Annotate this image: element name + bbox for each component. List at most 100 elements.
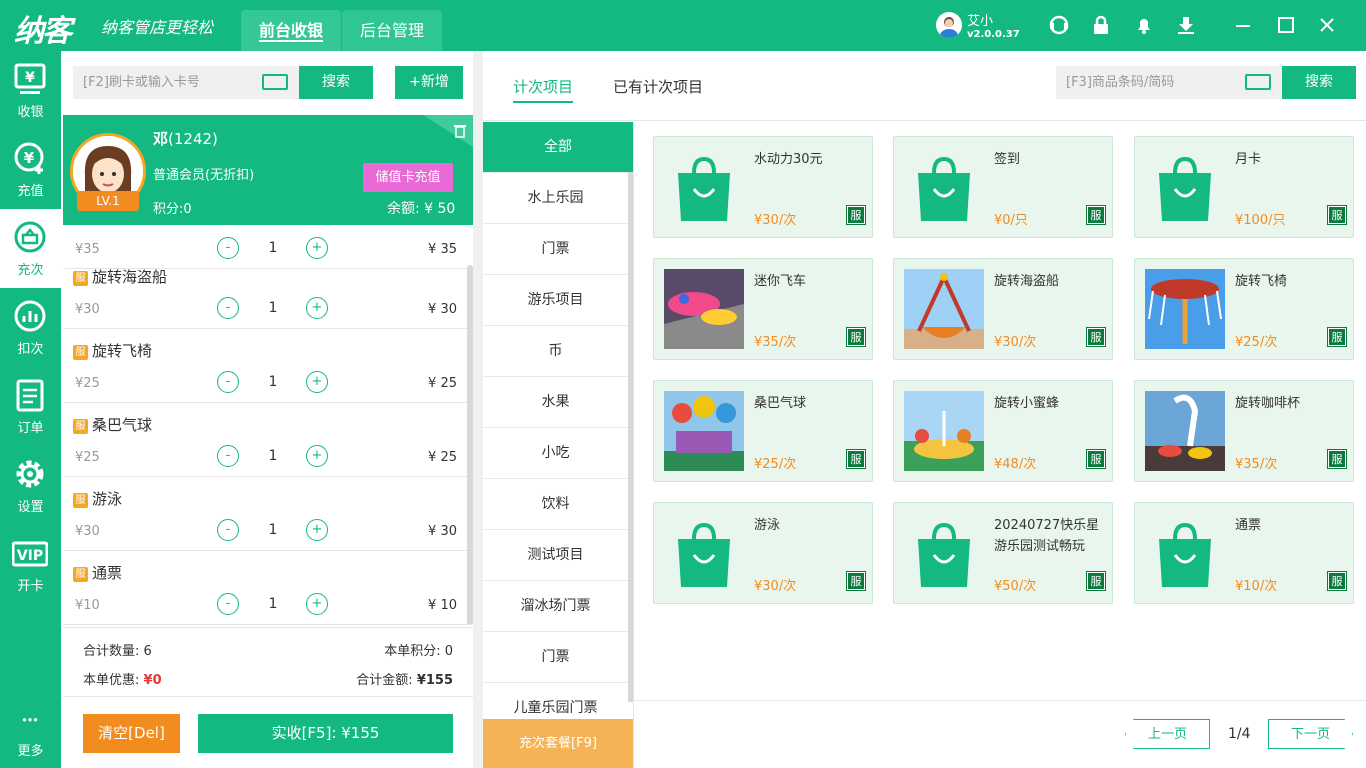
product-card[interactable]: 水动力30元 ¥30/次 服 [653,136,873,238]
category-item[interactable]: 门票 [483,224,628,275]
product-price: ¥100/只 [1235,213,1286,228]
member-name: 邓(1242) [153,130,218,148]
order-list[interactable]: ¥35-1 + ¥ 35 服旋转海盗船 ¥30-1 + ¥ 30 服旋转飞椅 ¥25-1 + ¥ 2… [63,225,467,625]
order-row[interactable]: 服游泳 ¥30 - 1 + ¥ 30 [63,477,467,551]
category-list[interactable]: 全部 水上乐园 门票 游乐项目币水果 小吃 饮料 测试项目 溜冰场门票 门票 儿童乐园门票 [483,122,633,768]
service-tag: 服 [73,271,88,286]
category-item[interactable]: 全部 [483,122,633,173]
product-card[interactable]: 月卡 ¥100/只 服 [1134,136,1354,238]
keyboard-icon[interactable] [262,74,288,90]
product-card[interactable]: 旋转飞椅 ¥25/次 服 [1134,258,1354,360]
nav-more[interactable]: 更多 [0,704,61,768]
vip-card-icon: VIP [12,541,48,567]
category-item[interactable]: 饮料 [483,479,628,530]
order-item-qty[interactable]: 1 [263,240,283,256]
decrease-qty-button[interactable]: - [217,445,239,467]
order-row[interactable]: 服旋转海盗船 ¥30 - 1 + ¥ 30 [63,255,467,329]
product-card[interactable]: 桑巴气球 ¥25/次 服 [653,380,873,482]
product-price: ¥35/次 [754,335,797,350]
product-card[interactable]: 旋转咖啡杯 ¥35/次 服 [1134,380,1354,482]
member-balance: 余额: ¥ 50 [387,201,456,217]
stored-value-recharge-button[interactable]: 储值卡充值 [363,163,453,192]
shopping-bag-icon [904,147,984,227]
keyboard-icon[interactable] [1245,74,1271,90]
lock-icon[interactable] [1090,14,1112,36]
tab-backend-admin[interactable]: 后台管理 [342,10,442,51]
order-row[interactable]: 服旋转飞椅 ¥25 - 1 + ¥ 25 [63,329,467,403]
order-item-qty[interactable]: 1 [263,374,283,390]
nav-label: 充值 [17,184,44,199]
order-item-qty[interactable]: 1 [263,448,283,464]
close-icon[interactable] [1316,14,1338,36]
member-points: 积分:0 [153,202,192,217]
settings-icon [16,460,44,488]
decrease-qty-button[interactable]: - [217,519,239,541]
support-icon[interactable] [1048,14,1070,36]
panel-divider [473,51,483,768]
category-item[interactable]: 溜冰场门票 [483,581,628,632]
order-item-qty[interactable]: 1 [263,300,283,316]
nav-settings[interactable]: 设置 [0,446,61,525]
maximize-icon[interactable] [1275,14,1297,36]
nav-deduct-times[interactable]: 扣次 [0,288,61,367]
product-card[interactable]: 迷你飞车 ¥35/次 服 [653,258,873,360]
nav-open-card[interactable]: VIP 开卡 [0,525,61,604]
order-row[interactable]: 服通票 ¥10 - 1 + ¥ 10 [63,551,467,625]
prev-page-button[interactable]: 上一页 [1125,719,1210,749]
active-tab-indicator [513,101,573,103]
user-avatar[interactable] [936,12,962,38]
category-item[interactable]: 小吃 [483,428,628,479]
product-card[interactable]: 旋转海盗船 ¥30/次 服 [893,258,1113,360]
product-card[interactable]: 游泳 ¥30/次 服 [653,502,873,604]
order-item-qty[interactable]: 1 [263,522,283,538]
member-search-button[interactable]: 搜索 [299,66,373,99]
increase-qty-button[interactable]: + [306,519,328,541]
nav-order[interactable]: 订单 [0,367,61,446]
minimize-icon[interactable] [1232,14,1254,36]
category-item[interactable]: 水上乐园 [483,173,628,224]
product-price: ¥35/次 [1235,457,1278,472]
product-card[interactable]: 通票 ¥10/次 服 [1134,502,1354,604]
sku-search-button[interactable]: 搜索 [1282,66,1356,99]
decrease-qty-button[interactable]: - [217,297,239,319]
order-item-total: ¥ 30 [428,302,457,317]
nav-cashier[interactable]: ¥ 收银 [0,51,61,130]
shopping-bag-icon [664,513,744,593]
category-item[interactable]: 水果 [483,377,628,428]
product-photo [1145,269,1225,349]
category-item[interactable]: 币 [483,326,628,377]
category-item[interactable]: 门票 [483,632,628,683]
service-tag: 服 [73,493,88,508]
package-button[interactable]: 充次套餐[F9] [483,719,633,768]
decrease-qty-button[interactable]: - [217,371,239,393]
increase-qty-button[interactable]: + [306,297,328,319]
nav-recharge-times[interactable]: 充次 [0,209,61,288]
increase-qty-button[interactable]: + [306,445,328,467]
clear-button[interactable]: 清空[Del] [83,714,180,753]
download-icon[interactable] [1175,14,1197,36]
tab-front-cashier[interactable]: 前台收银 [241,10,341,51]
increase-qty-button[interactable]: + [306,371,328,393]
product-price: ¥30/次 [994,335,1037,350]
order-item-price: ¥30 [75,302,100,317]
category-item[interactable]: 测试项目 [483,530,628,581]
order-item-qty[interactable]: 1 [263,596,283,612]
order-item-total: ¥ 10 [428,598,457,613]
product-card[interactable]: 20240727快乐星游乐园测试畅玩 ¥50/次 服 [893,502,1113,604]
add-member-button[interactable]: +新增 [395,66,463,99]
increase-qty-button[interactable]: + [306,593,328,615]
product-card[interactable]: 旋转小蜜蜂 ¥48/次 服 [893,380,1113,482]
nav-recharge[interactable]: ¥ 充值 [0,130,61,209]
product-card[interactable]: 签到 ¥0/只 服 [893,136,1113,238]
tab-existing-times-items[interactable]: 已有计次项目 [613,76,703,97]
order-row[interactable]: 服桑巴气球 ¥25 - 1 + ¥ 25 [63,403,467,477]
tab-times-items[interactable]: 计次项目 [513,76,573,97]
delete-member-icon[interactable] [423,115,473,147]
pay-button[interactable]: 实收[F5]: ¥155 [198,714,453,753]
next-page-button[interactable]: 下一页 [1268,719,1353,749]
decrease-qty-button[interactable]: - [217,593,239,615]
category-item[interactable]: 游乐项目 [483,275,628,326]
bell-icon[interactable] [1133,14,1155,36]
order-item-name: 服游泳 [73,488,122,509]
order-points: 本单积分: 0 [384,644,453,659]
